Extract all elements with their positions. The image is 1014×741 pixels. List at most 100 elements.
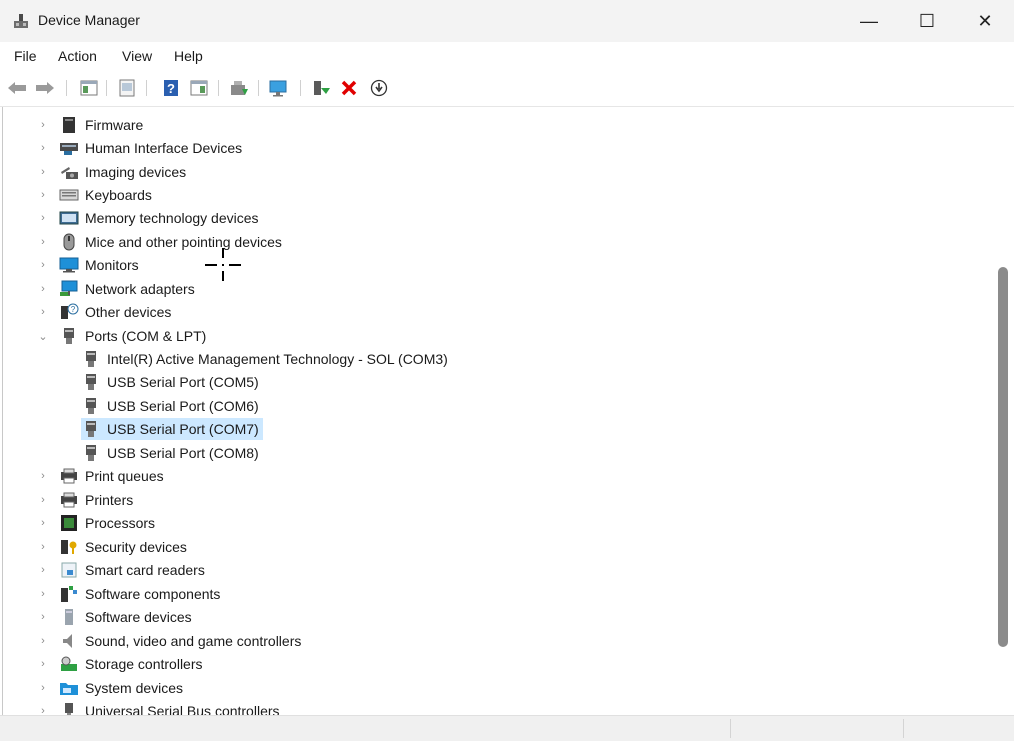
expand-chevron-icon[interactable]: ›: [37, 677, 49, 699]
tree-item-mice[interactable]: Mice and other pointing devices: [59, 231, 282, 253]
firmware-icon: [59, 116, 79, 134]
close-button[interactable]: ✕: [956, 0, 1014, 42]
show-action-pane-icon[interactable]: [188, 78, 210, 98]
tree-item-label: Imaging devices: [85, 164, 187, 180]
network-icon: [59, 280, 79, 298]
tree-item-software-components[interactable]: Software components: [59, 583, 220, 605]
window-title: Device Manager: [38, 12, 140, 28]
show-hide-console-tree-icon[interactable]: [78, 78, 100, 98]
menu-file[interactable]: File: [14, 48, 37, 64]
menu-action[interactable]: Action: [58, 48, 97, 64]
back-icon[interactable]: [6, 78, 28, 98]
tree-item-label: Universal Serial Bus controllers: [85, 703, 280, 715]
tree-child-com7[interactable]: USB Serial Port (COM7): [81, 418, 263, 440]
tree-item-label: Processors: [85, 515, 156, 531]
tree-item-monitors[interactable]: Monitors: [59, 254, 139, 276]
tree-item-hid[interactable]: Human Interface Devices: [59, 137, 242, 159]
expand-chevron-icon[interactable]: ›: [37, 184, 49, 206]
download-icon[interactable]: [368, 78, 390, 98]
status-bar: [0, 715, 1014, 741]
expand-chevron-icon[interactable]: ›: [37, 161, 49, 183]
tree-item-smart-card-readers[interactable]: Smart card readers: [59, 559, 205, 581]
tree-item-memory-technology-devices[interactable]: Memory technology devices: [59, 207, 259, 229]
expand-chevron-icon[interactable]: ›: [37, 301, 49, 323]
tree-item-usb-controllers[interactable]: Universal Serial Bus controllers: [59, 700, 280, 715]
tree-item-label: Printers: [85, 492, 134, 508]
expand-chevron-icon[interactable]: ›: [37, 207, 49, 229]
tree-child-com3[interactable]: Intel(R) Active Management Technology - …: [81, 348, 448, 370]
tree-child-com5[interactable]: USB Serial Port (COM5): [81, 371, 259, 393]
uninstall-device-icon[interactable]: [338, 78, 360, 98]
expand-chevron-icon[interactable]: ›: [37, 536, 49, 558]
expand-chevron-icon[interactable]: ›: [37, 114, 49, 136]
tree-item-other-devices[interactable]: ? Other devices: [59, 301, 171, 323]
expand-chevron-icon[interactable]: ›: [37, 700, 49, 715]
camera-icon: [59, 163, 79, 181]
tree-item-imaging-devices[interactable]: Imaging devices: [59, 161, 186, 183]
tree-item-ports[interactable]: Ports (COM & LPT): [59, 325, 206, 347]
expand-chevron-icon[interactable]: ›: [37, 231, 49, 253]
tree-item-label: Memory technology devices: [85, 210, 259, 226]
toolbar: ?: [0, 70, 1014, 107]
tree-item-label: Security devices: [85, 539, 187, 555]
usb-icon: [59, 702, 79, 715]
system-folder-icon: [59, 679, 79, 697]
crosshair-cursor-icon: [205, 248, 241, 281]
expand-chevron-icon[interactable]: ›: [37, 489, 49, 511]
update-driver-icon[interactable]: [228, 78, 250, 98]
tree-item-print-queues[interactable]: Print queues: [59, 465, 164, 487]
expand-chevron-icon[interactable]: ›: [37, 606, 49, 628]
tree-item-security-devices[interactable]: Security devices: [59, 536, 187, 558]
security-icon: [59, 538, 79, 556]
vertical-scrollbar[interactable]: [994, 107, 1014, 715]
software-device-icon: [59, 608, 79, 626]
tree-item-network-adapters[interactable]: Network adapters: [59, 278, 195, 300]
expand-chevron-icon[interactable]: ›: [37, 137, 49, 159]
collapse-chevron-icon[interactable]: ⌄: [37, 325, 49, 347]
scan-hardware-icon[interactable]: [268, 78, 290, 98]
forward-icon[interactable]: [34, 78, 56, 98]
tree-child-com8[interactable]: USB Serial Port (COM8): [81, 442, 259, 464]
tree-child-com6[interactable]: USB Serial Port (COM6): [81, 395, 259, 417]
speaker-icon: [59, 632, 79, 650]
port-icon: [81, 397, 101, 415]
scrollbar-thumb[interactable]: [998, 267, 1008, 647]
mouse-icon: [59, 233, 79, 251]
expand-chevron-icon[interactable]: ›: [37, 559, 49, 581]
enable-device-icon[interactable]: [310, 78, 332, 98]
tree-item-firmware[interactable]: Firmware: [59, 114, 143, 136]
tree-item-printers[interactable]: Printers: [59, 489, 133, 511]
expand-chevron-icon[interactable]: ›: [37, 254, 49, 276]
tree-item-processors[interactable]: Processors: [59, 512, 155, 534]
tree-child-label: USB Serial Port (COM5): [107, 374, 259, 390]
maximize-button[interactable]: ☐: [898, 0, 956, 42]
title-bar: Device Manager — ☐ ✕: [0, 0, 1014, 42]
tree-item-keyboards[interactable]: Keyboards: [59, 184, 152, 206]
expand-chevron-icon[interactable]: ›: [37, 583, 49, 605]
expand-chevron-icon[interactable]: ›: [37, 653, 49, 675]
memory-icon: [59, 209, 79, 227]
properties-icon[interactable]: [116, 78, 138, 98]
unknown-device-icon: ?: [59, 303, 79, 321]
tree-item-label: Monitors: [85, 257, 139, 273]
software-component-icon: [59, 585, 79, 603]
device-tree[interactable]: › Firmware › Human Interface Devices › I…: [2, 107, 995, 715]
tree-item-system-devices[interactable]: System devices: [59, 677, 183, 699]
port-icon: [81, 444, 101, 462]
tree-item-label: Ports (COM & LPT): [85, 328, 207, 344]
expand-chevron-icon[interactable]: ›: [37, 630, 49, 652]
printer-icon: [59, 491, 79, 509]
tree-item-software-devices[interactable]: Software devices: [59, 606, 192, 628]
tree-item-storage-controllers[interactable]: Storage controllers: [59, 653, 203, 675]
menu-help[interactable]: Help: [174, 48, 203, 64]
tree-child-label: Intel(R) Active Management Technology - …: [107, 351, 448, 367]
expand-chevron-icon[interactable]: ›: [37, 465, 49, 487]
tree-item-sound-video-game[interactable]: Sound, video and game controllers: [59, 630, 301, 652]
minimize-button[interactable]: —: [840, 0, 898, 42]
expand-chevron-icon[interactable]: ›: [37, 278, 49, 300]
tree-item-label: Mice and other pointing devices: [85, 234, 282, 250]
expand-chevron-icon[interactable]: ›: [37, 512, 49, 534]
help-icon[interactable]: ?: [160, 78, 182, 98]
menu-view[interactable]: View: [122, 48, 152, 64]
port-icon: [81, 420, 101, 438]
